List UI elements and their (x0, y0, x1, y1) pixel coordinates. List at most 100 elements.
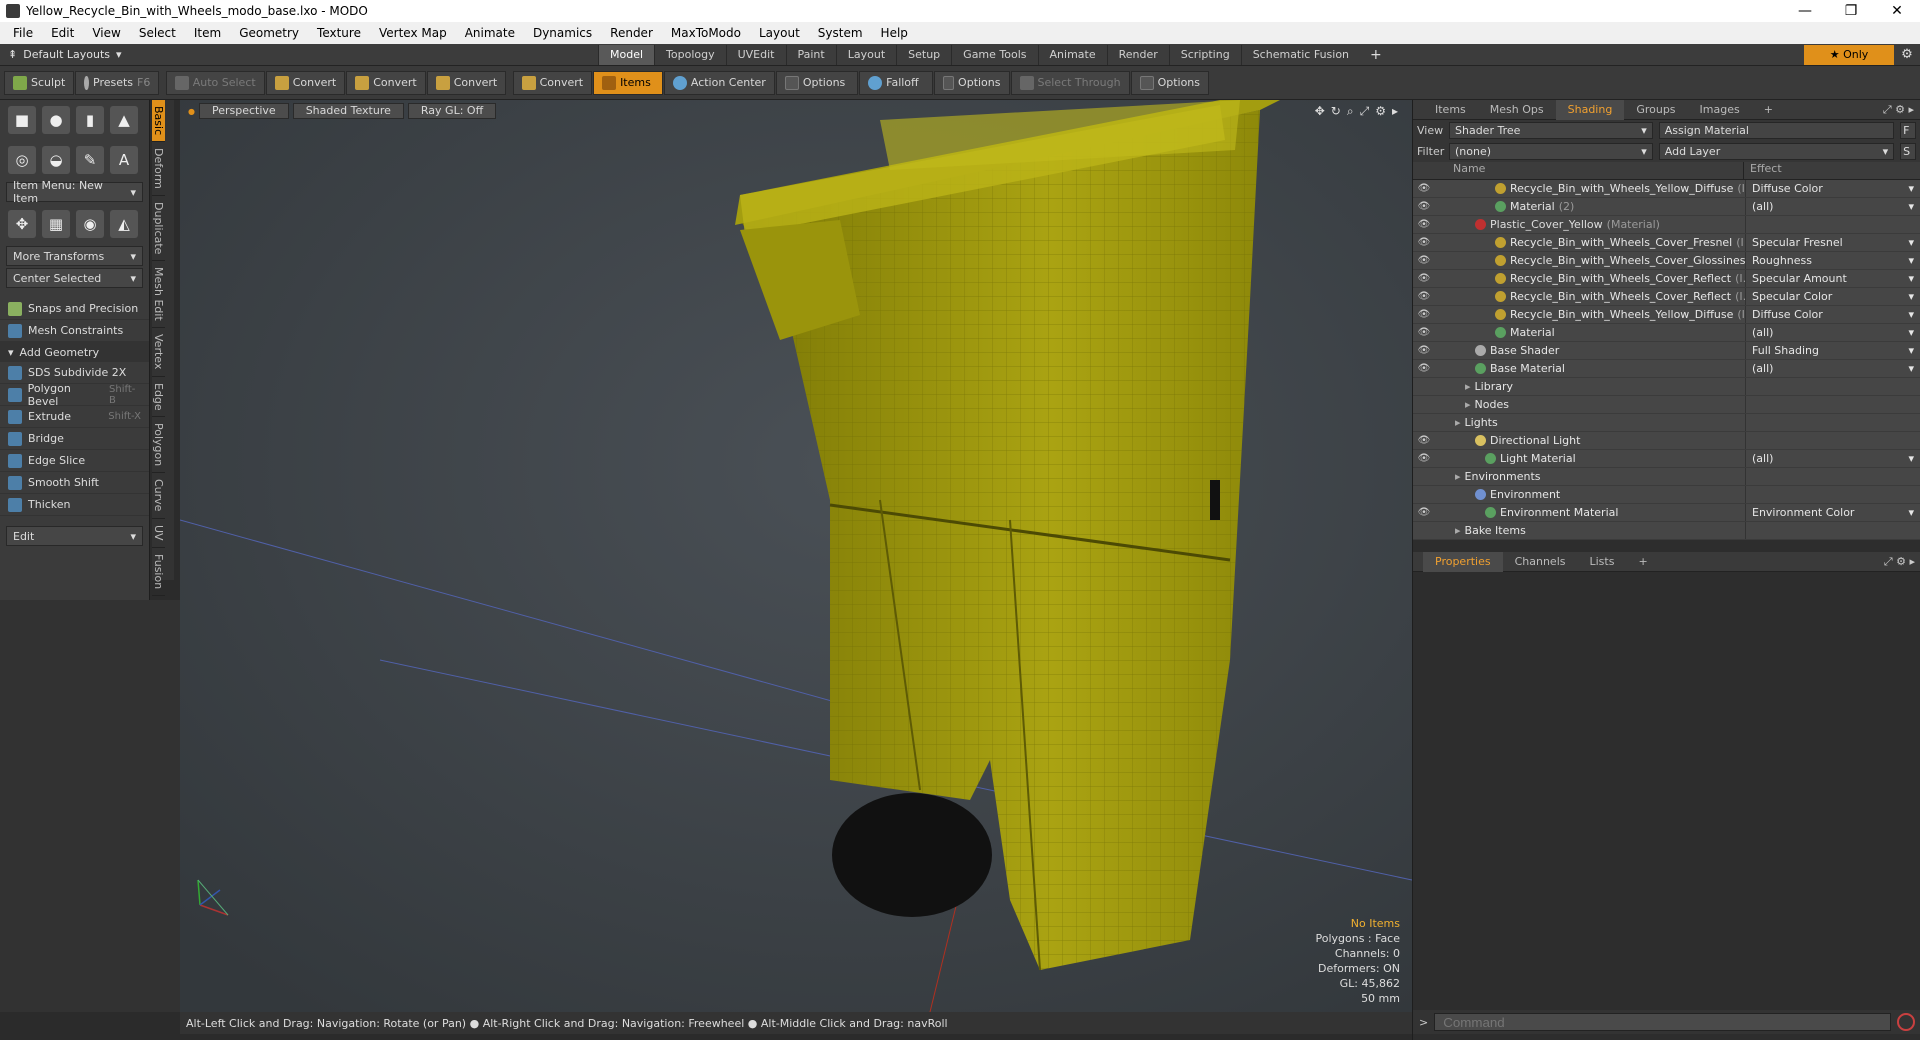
sculpt-button[interactable]: Sculpt (4, 70, 75, 95)
convert-edges-button[interactable]: Convert (346, 70, 426, 95)
falloff-button[interactable]: Falloff (859, 70, 933, 95)
menu-system[interactable]: System (809, 26, 872, 40)
tab-channels[interactable]: Channels (1503, 552, 1578, 572)
zoom-icon[interactable]: ⌕ (1347, 104, 1354, 119)
menu-file[interactable]: File (4, 26, 42, 40)
tab-images[interactable]: Images (1688, 100, 1752, 120)
falloff-options-button[interactable]: Options (933, 70, 1010, 95)
text-icon[interactable]: A (110, 146, 138, 174)
add-geometry-header[interactable]: ▾ Add Geometry (0, 342, 149, 362)
view-dropdown[interactable]: Shader Tree ▾ (1449, 122, 1653, 139)
default-layouts-dropdown[interactable]: Default Layouts (23, 48, 110, 61)
tab-setup[interactable]: Setup (896, 44, 951, 65)
s-button[interactable]: S (1900, 143, 1917, 160)
assign-material-button[interactable]: Assign Material (1658, 122, 1895, 139)
expand-icon[interactable]: ▸ (1465, 398, 1471, 411)
eye-icon[interactable]: 👁 (1413, 345, 1435, 356)
tab-game-tools[interactable]: Game Tools (951, 44, 1037, 65)
chevron-down-icon[interactable]: ▾ (1908, 236, 1914, 249)
layer-effect[interactable]: Specular Fresnel ▾ (1745, 234, 1920, 251)
pen-icon[interactable]: ✎ (76, 146, 104, 174)
gear-icon[interactable]: ⚙ (1375, 104, 1386, 119)
effect-column-header[interactable]: Effect (1743, 162, 1782, 179)
shader-tree-row[interactable]: 👁 Recycle_Bin_with_Wheels_Cover_Glossines… (1413, 252, 1920, 270)
minimize-button[interactable]: — (1782, 3, 1828, 19)
layer-effect[interactable] (1745, 468, 1920, 485)
vtab-edge[interactable]: Edge (152, 377, 165, 418)
eye-icon[interactable]: 👁 (1413, 327, 1435, 338)
convert-materials-button[interactable]: Convert (512, 70, 593, 95)
add-tab-button[interactable]: + (1626, 552, 1659, 572)
layer-effect[interactable]: (all) ▾ (1745, 450, 1920, 467)
tab-uvedit[interactable]: UVEdit (725, 44, 786, 65)
eye-icon[interactable]: 👁 (1413, 201, 1435, 212)
vtab-vertex[interactable]: Vertex (152, 328, 165, 377)
shader-tree-row[interactable]: 👁 Recycle_Bin_with_Wheels_Cover_Reflect (I… (1413, 288, 1920, 306)
menu-view[interactable]: View (83, 26, 129, 40)
shader-tree-row[interactable]: 👁 Recycle_Bin_with_Wheels_Yellow_Diffuse(… (1413, 306, 1920, 324)
chevron-right-icon[interactable]: ▸ (1392, 104, 1398, 119)
chevron-down-icon[interactable]: ▾ (1908, 344, 1914, 357)
layer-effect[interactable] (1745, 522, 1920, 539)
layer-effect[interactable] (1745, 378, 1920, 395)
perspective-button[interactable]: Perspective (198, 103, 289, 119)
shaded-texture-button[interactable]: Shaded Texture (292, 103, 404, 119)
add-layer-dropdown[interactable]: Add Layer ▾ (1658, 143, 1895, 160)
chevron-down-icon[interactable]: ▾ (1908, 290, 1914, 303)
menu-render[interactable]: Render (601, 26, 662, 40)
action-center-options-button[interactable]: Options (775, 70, 859, 95)
panel-options-icons[interactable]: ⤢ ⚙ ▸ (1884, 555, 1915, 569)
shader-tree-row[interactable]: 👁 Light Material (all) ▾ (1413, 450, 1920, 468)
items-mode-button[interactable]: Items (593, 70, 663, 95)
chevron-down-icon[interactable]: ▾ (1908, 182, 1914, 195)
smooth-shift-button[interactable]: Smooth Shift (0, 472, 149, 494)
tab-schematic-fusion[interactable]: Schematic Fusion (1240, 44, 1360, 65)
tab-lists[interactable]: Lists (1578, 552, 1627, 572)
shader-tree-row[interactable]: 👁 Recycle_Bin_with_Wheels_Cover_Reflect (I… (1413, 270, 1920, 288)
tab-shading[interactable]: Shading (1555, 99, 1625, 120)
bridge-button[interactable]: Bridge (0, 428, 149, 450)
vtab-mesh-edit[interactable]: Mesh Edit (152, 261, 165, 329)
shader-tree-row[interactable]: ▸ Bake Items (1413, 522, 1920, 540)
menu-geometry[interactable]: Geometry (230, 26, 308, 40)
eye-icon[interactable]: 👁 (1413, 237, 1435, 248)
menu-texture[interactable]: Texture (308, 26, 370, 40)
command-input[interactable] (1434, 1013, 1891, 1031)
stop-icon[interactable] (1897, 1013, 1915, 1031)
gear-icon[interactable]: ⚙ (1894, 47, 1920, 62)
shader-tree-row[interactable]: ▸ Nodes (1413, 396, 1920, 414)
panel-options-icons[interactable]: ⤢ ⚙ ▸ (1883, 103, 1914, 117)
3d-viewport[interactable]: ● Perspective Shaded Texture Ray GL: Off… (180, 100, 1412, 1012)
tab-mesh-ops[interactable]: Mesh Ops (1478, 100, 1556, 120)
eye-icon[interactable]: 👁 (1413, 273, 1435, 284)
auto-select-button[interactable]: Auto Select (165, 70, 265, 95)
shader-tree-row[interactable]: 👁 Plastic_Cover_Yellow (Material) (1413, 216, 1920, 234)
convert-vertices-button[interactable]: Convert (265, 70, 346, 95)
transform-icon[interactable]: ✥ (8, 210, 36, 238)
chevron-down-icon[interactable]: ▾ (1908, 362, 1914, 375)
menu-vertex-map[interactable]: Vertex Map (370, 26, 456, 40)
presets-button[interactable]: Presets F6 (75, 70, 160, 95)
layer-effect[interactable]: Roughness ▾ (1745, 252, 1920, 269)
eye-icon[interactable]: 👁 (1413, 255, 1435, 266)
shader-tree-row[interactable]: Environment (1413, 486, 1920, 504)
menu-animate[interactable]: Animate (456, 26, 524, 40)
more-transforms-dropdown[interactable]: More Transforms ▾ (6, 246, 143, 266)
shader-tree-row[interactable]: 👁 Recycle_Bin_with_Wheels_Cover_Fresnel (I… (1413, 234, 1920, 252)
tab-topology[interactable]: Topology (654, 44, 726, 65)
expand-icon[interactable]: ▸ (1455, 416, 1461, 429)
checkbox-icon[interactable] (784, 75, 799, 90)
chevron-down-icon[interactable]: ▾ (1908, 506, 1914, 519)
vtab-polygon[interactable]: Polygon (152, 417, 165, 474)
item-menu-dropdown[interactable]: Item Menu: New Item ▾ (6, 179, 143, 205)
layer-effect[interactable]: Environment Color ▾ (1745, 504, 1920, 521)
snaps-precision-button[interactable]: Snaps and Precision (0, 298, 149, 320)
checkbox-icon[interactable] (942, 75, 955, 90)
eye-icon[interactable]: 👁 (1413, 363, 1435, 374)
shader-tree-row[interactable]: 👁 Base Shader Full Shading ▾ (1413, 342, 1920, 360)
convert-polygons-button[interactable]: Convert (426, 70, 507, 95)
cube-icon[interactable]: ■ (8, 106, 36, 134)
fit-icon[interactable]: ⤢ (1360, 104, 1370, 119)
cylinder-icon[interactable]: ▮ (76, 106, 104, 134)
shader-tree-row[interactable]: ▸ Lights (1413, 414, 1920, 432)
